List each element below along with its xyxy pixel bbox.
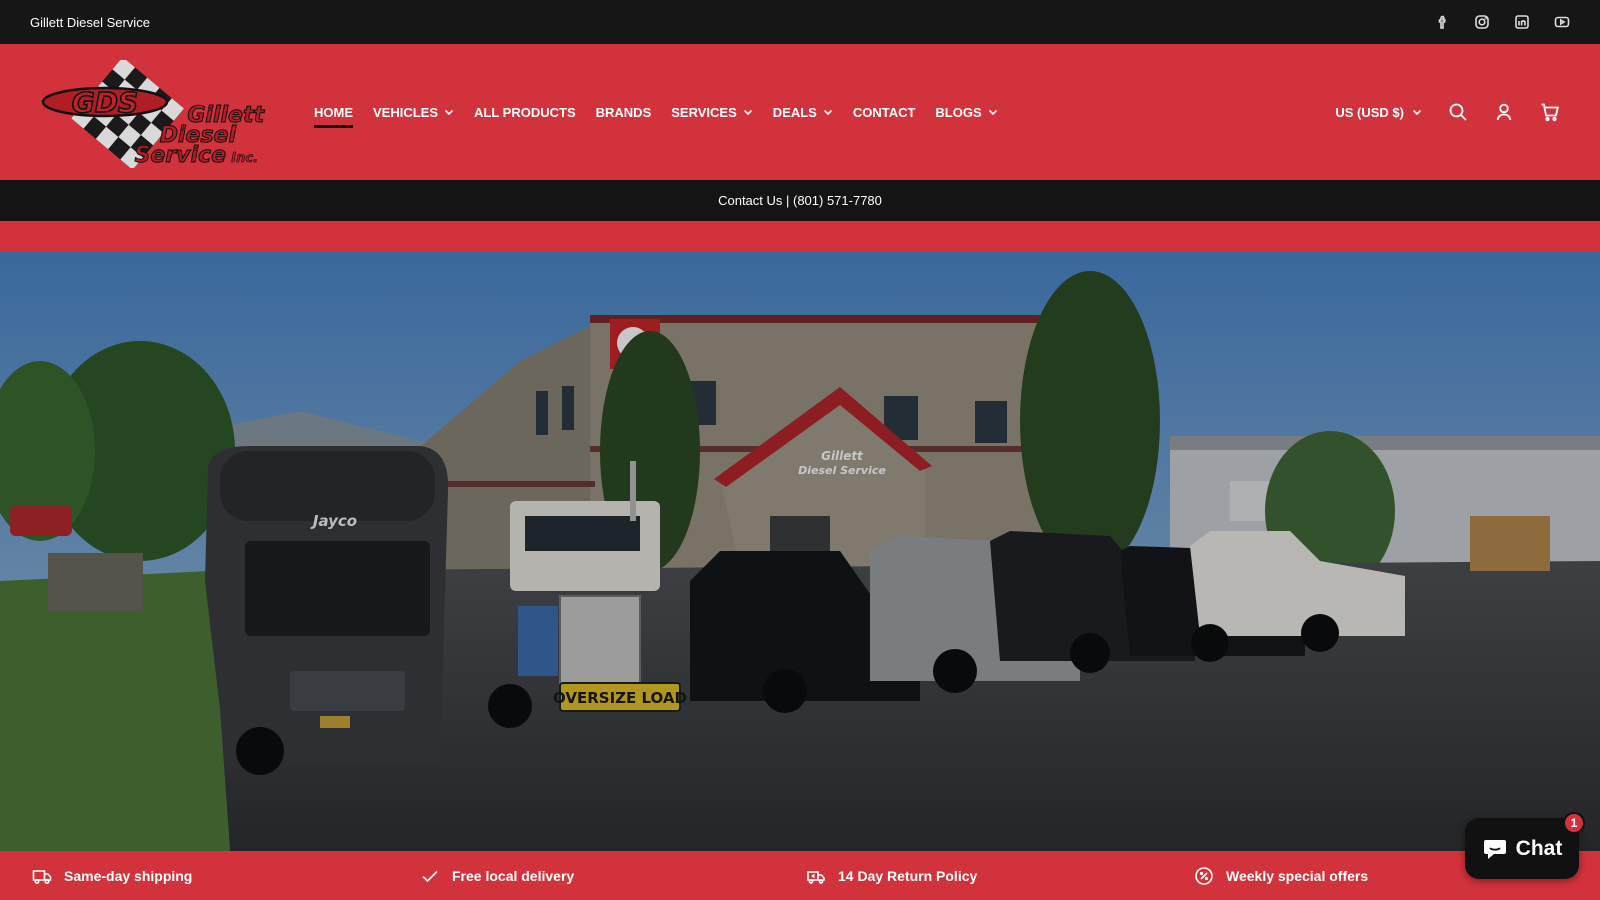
chevron-down-icon — [988, 109, 997, 116]
cart-icon[interactable] — [1540, 102, 1560, 122]
site-header: GDS Gillett Diesel Service Inc. HOME VEH… — [0, 44, 1600, 180]
nav-home[interactable]: HOME — [314, 100, 353, 128]
nav-contact[interactable]: CONTACT — [853, 100, 916, 124]
nav-brands[interactable]: BRANDS — [596, 100, 652, 124]
youtube-icon[interactable] — [1554, 14, 1570, 30]
nav-label: BLOGS — [935, 104, 982, 120]
chat-button[interactable]: Chat 1 — [1465, 812, 1585, 879]
feature-free-local-delivery: Free local delivery — [420, 866, 574, 886]
facebook-icon[interactable] — [1434, 14, 1450, 30]
nav-blogs[interactable]: BLOGS — [935, 100, 997, 124]
check-icon — [422, 870, 438, 882]
announcement-text: Contact Us | (801) 571-7780 — [718, 193, 882, 208]
feature-weekly-offers: Weekly special offers — [1194, 866, 1368, 886]
nav-label: VEHICLES — [373, 104, 439, 120]
logo-mark: GDS — [72, 86, 138, 119]
currency-selector[interactable]: US (USD $) — [1335, 105, 1422, 120]
chevron-down-icon — [1412, 109, 1422, 116]
nav-label: ALL PRODUCTS — [474, 104, 576, 120]
feature-same-day-shipping: Same-day shipping — [32, 866, 192, 886]
search-icon[interactable] — [1448, 102, 1468, 122]
nav-label: HOME — [314, 104, 353, 120]
nav-vehicles[interactable]: VEHICLES — [373, 100, 454, 124]
discount-icon — [1195, 866, 1213, 885]
hero-image: Gillett Diesel Service Jayco OVERSIZE LO… — [0, 251, 1600, 851]
nav-label: BRANDS — [595, 104, 652, 120]
header-actions: US (USD $) — [1335, 44, 1560, 180]
nav-deals[interactable]: DEALS — [773, 100, 833, 124]
chat-bubble-icon — [1483, 839, 1506, 859]
feature-label: 14 Day Return Policy — [838, 867, 978, 884]
truck-icon — [32, 869, 52, 884]
top-bar: Gillett Diesel Service — [0, 0, 1600, 44]
logo-line3: Service — [135, 143, 227, 168]
instagram-icon[interactable] — [1474, 14, 1490, 30]
account-icon[interactable] — [1494, 102, 1514, 122]
nav-label: DEALS — [772, 104, 817, 120]
chevron-down-icon — [823, 109, 832, 116]
nav-all-products[interactable]: ALL PRODUCTS — [474, 100, 576, 124]
social-links — [1434, 14, 1570, 30]
hero-banner[interactable]: Gillett Diesel Service Jayco OVERSIZE LO… — [0, 251, 1600, 851]
nav-label: CONTACT — [852, 104, 916, 120]
announcement-bar[interactable]: Contact Us | (801) 571-7780 — [0, 180, 1600, 221]
return-icon — [807, 870, 825, 884]
nav-label: SERVICES — [671, 104, 737, 120]
feature-label: Weekly special offers — [1226, 867, 1369, 884]
main-nav: HOME VEHICLES ALL PRODUCTS BRANDS SERVIC… — [314, 44, 998, 180]
logo-suffix: Inc. — [231, 151, 258, 166]
site-logo[interactable]: GDS Gillett Diesel Service Inc. — [40, 57, 272, 170]
header-divider-strip — [0, 221, 1600, 251]
chat-unread-badge: 1 — [1563, 812, 1585, 834]
chevron-down-icon — [444, 109, 454, 116]
currency-label: US (USD $) — [1335, 104, 1404, 120]
store-name: Gillett Diesel Service — [30, 14, 150, 30]
feature-return-policy: 14 Day Return Policy — [806, 866, 977, 886]
chevron-down-icon — [743, 109, 752, 116]
chat-label: Chat — [1515, 836, 1563, 860]
nav-services[interactable]: SERVICES — [671, 100, 753, 124]
features-bar: Same-day shipping Free local delivery 14… — [0, 851, 1600, 900]
feature-label: Same-day shipping — [64, 867, 193, 884]
linkedin-icon[interactable] — [1514, 14, 1530, 30]
feature-label: Free local delivery — [452, 867, 575, 884]
